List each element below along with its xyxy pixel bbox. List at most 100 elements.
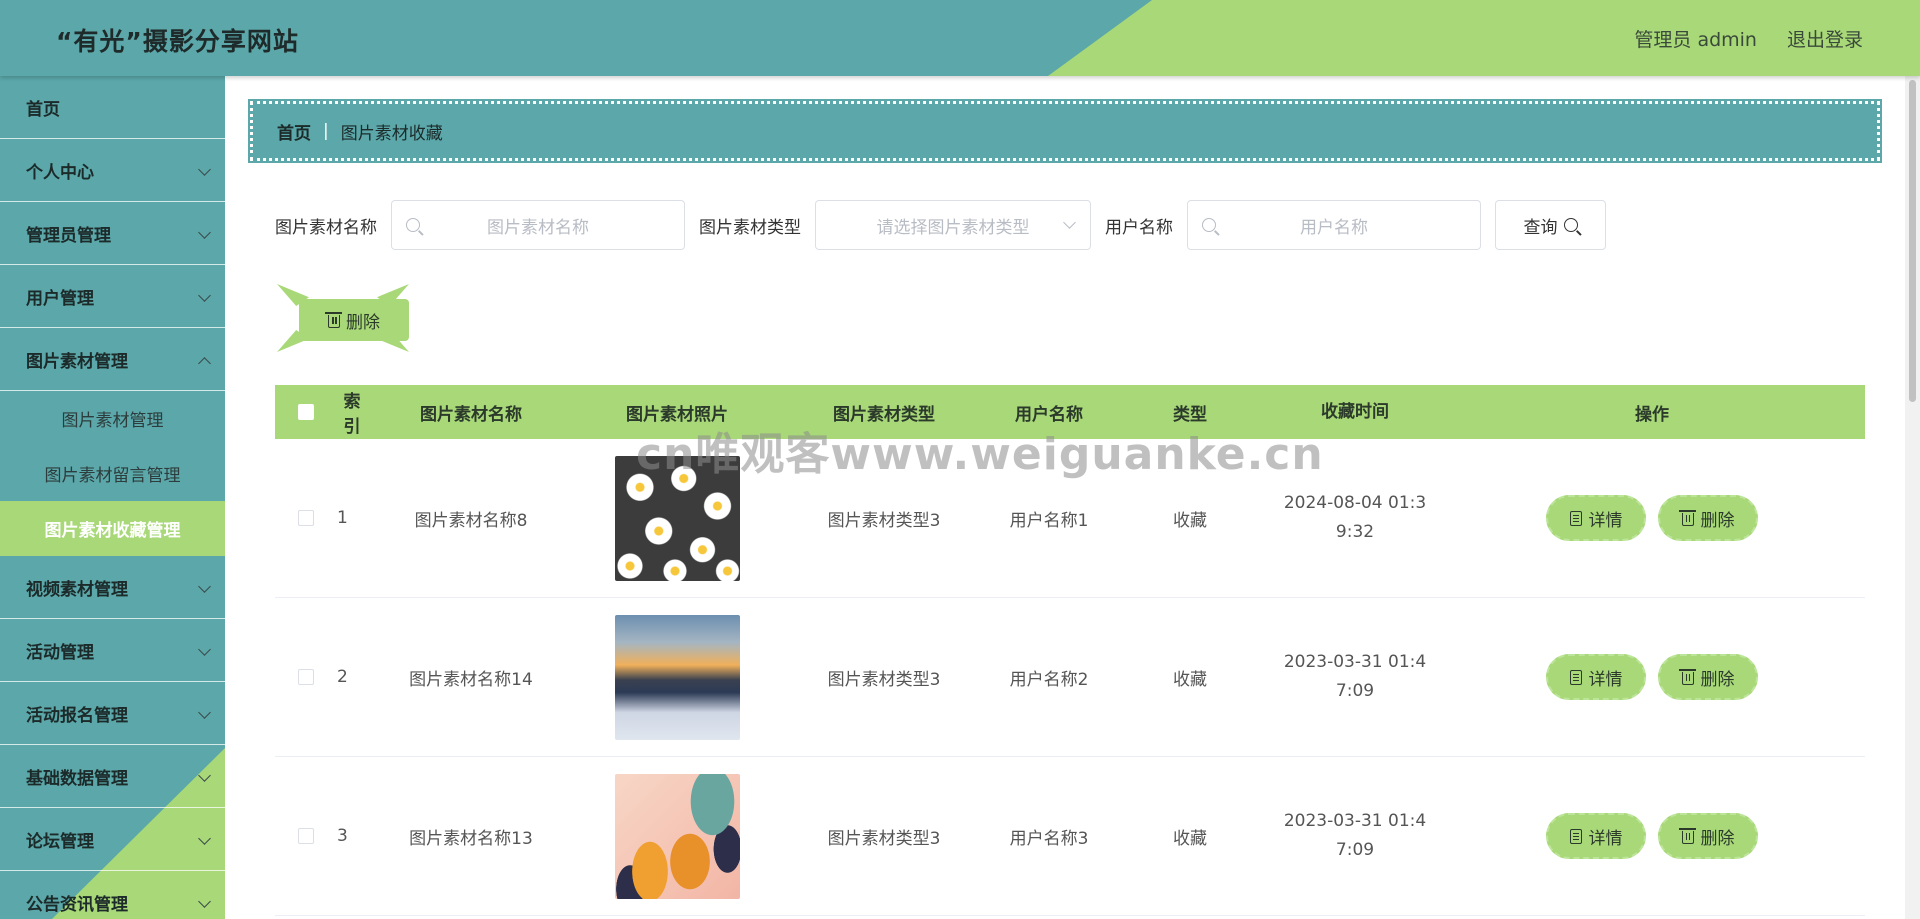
chevron-down-icon [198, 832, 211, 845]
image-type-select[interactable]: 请选择图片素材类型 [815, 200, 1091, 250]
row-image-type: 图片素材类型3 [827, 828, 941, 849]
detail-button[interactable]: 详情 [1546, 654, 1646, 700]
delete-button[interactable]: 删除 [1658, 495, 1758, 541]
floral-illustration-thumbnail[interactable] [614, 773, 740, 899]
search-icon [1563, 218, 1578, 232]
sidebar-item-admin-management[interactable]: 管理员管理 [0, 202, 225, 265]
detail-button-label: 详情 [1588, 669, 1623, 690]
chevron-down-icon [198, 580, 211, 593]
sidebar-subitem-label: 图片素材留言管理 [44, 466, 181, 486]
chevron-down-icon [198, 643, 211, 656]
scrollbar-thumb[interactable] [1909, 80, 1916, 402]
row-index: 1 [337, 508, 348, 528]
sidebar-item-activity-signup-management[interactable]: 活动报名管理 [0, 682, 225, 745]
column-header: 操作 [1635, 404, 1669, 425]
row-favorite-time: 2023-03-31 01:4 7:09 [1271, 648, 1439, 706]
sidebar-subitem-image-favorites[interactable]: 图片素材收藏管理 [0, 501, 225, 556]
detail-button[interactable]: 详情 [1546, 813, 1646, 859]
chevron-down-icon [198, 226, 211, 239]
chevron-down-icon [1063, 216, 1076, 229]
chevron-up-icon [198, 357, 211, 370]
breadcrumb-home[interactable]: 首页 [277, 119, 311, 144]
sidebar-subitem-image-comments[interactable]: 图片素材留言管理 [0, 446, 225, 501]
row-checkbox[interactable] [298, 828, 314, 844]
row-select-cell [275, 669, 337, 685]
search-filter-bar: 图片素材名称 图片素材名称 图片素材类型 请选择图片素材类型 用户名称 用户名称… [275, 200, 1606, 250]
chevron-down-icon [198, 289, 211, 302]
header-user-area: 管理员 admin 退出登录 [1634, 25, 1863, 52]
row-favorite-time: 2024-08-04 01:3 9:32 [1271, 489, 1439, 547]
row-image-name: 图片素材名称13 [409, 828, 533, 849]
user-name-search-input[interactable]: 用户名称 [1187, 200, 1481, 250]
trash-icon [1678, 510, 1696, 526]
sidebar-item-label: 首页 [26, 99, 60, 120]
row-checkbox[interactable] [298, 510, 314, 526]
favorite-time-line: 7:09 [1335, 681, 1375, 701]
sidebar-item-activity-management[interactable]: 活动管理 [0, 619, 225, 682]
table-row: 3 图片素材名称13 图片素材类型3 用户名称3 收藏 2023-03-31 0… [275, 757, 1865, 916]
sidebar-item-image-material-management[interactable]: 图片素材管理 [0, 328, 225, 391]
breadcrumb: 首页 | 图片素材收藏 [248, 99, 1882, 163]
column-header: 类型 [1173, 404, 1207, 425]
delete-button[interactable]: 删除 [1658, 813, 1758, 859]
favorite-time-line: 7:09 [1335, 840, 1375, 860]
favorite-time-line: 2024-08-04 01:3 [1283, 493, 1427, 513]
row-type: 收藏 [1173, 510, 1207, 531]
row-image-name: 图片素材名称8 [414, 510, 528, 531]
batch-delete-button-wrapper: 删除 [277, 284, 409, 352]
breadcrumb-separator: | [323, 121, 329, 141]
sidebar-item-base-data-management[interactable]: 基础数据管理 [0, 745, 225, 808]
sidebar-item-user-management[interactable]: 用户管理 [0, 265, 225, 328]
sidebar-item-video-material-management[interactable]: 视频素材管理 [0, 556, 225, 619]
table-header: 索引 图片素材名称 图片素材照片 图片素材类型 用户名称 类型 收藏时间 操作 [275, 385, 1865, 439]
favorite-time-line: 9:32 [1335, 522, 1375, 542]
sidebar-subitem-label: 图片素材管理 [61, 411, 164, 431]
image-name-placeholder: 图片素材名称 [487, 217, 589, 238]
detail-button[interactable]: 详情 [1546, 495, 1646, 541]
sunset-photo-thumbnail[interactable] [614, 614, 740, 740]
document-icon [1569, 669, 1582, 685]
sidebar-item-news-management[interactable]: 公告资讯管理 [0, 871, 225, 919]
row-photo-cell [575, 773, 779, 899]
image-name-search-input[interactable]: 图片素材名称 [391, 200, 685, 250]
row-checkbox[interactable] [298, 669, 314, 685]
favorite-time-line: 2023-03-31 01:4 [1283, 811, 1427, 831]
logout-link[interactable]: 退出登录 [1787, 25, 1863, 52]
document-icon [1569, 828, 1582, 844]
sidebar-item-label: 视频素材管理 [26, 579, 128, 600]
daisy-photo-thumbnail[interactable] [614, 455, 740, 581]
admin-user-label[interactable]: 管理员 admin [1634, 25, 1757, 52]
document-icon [1569, 510, 1582, 526]
search-icon [406, 218, 420, 232]
delete-button-label: 删除 [1700, 510, 1735, 531]
image-name-filter-label: 图片素材名称 [275, 217, 377, 238]
row-image-type: 图片素材类型3 [827, 669, 941, 690]
sidebar-item-personal-center[interactable]: 个人中心 [0, 139, 225, 202]
detail-button-label: 详情 [1588, 828, 1623, 849]
row-index: 2 [337, 667, 348, 687]
trash-icon [1678, 669, 1696, 685]
vertical-scrollbar[interactable] [1905, 76, 1920, 919]
favorite-time-line: 2023-03-31 01:4 [1283, 652, 1427, 672]
batch-delete-button[interactable]: 删除 [299, 299, 409, 341]
row-actions: 详情 删除 [1439, 495, 1865, 541]
row-select-cell [275, 510, 337, 526]
select-all-checkbox[interactable] [298, 404, 314, 420]
sidebar-subitem-image-material[interactable]: 图片素材管理 [0, 391, 225, 446]
sidebar-item-forum-management[interactable]: 论坛管理 [0, 808, 225, 871]
user-name-filter-label: 用户名称 [1105, 217, 1173, 238]
row-actions: 详情 删除 [1439, 654, 1865, 700]
select-all-cell [275, 404, 337, 420]
row-user-name: 用户名称1 [1009, 510, 1089, 531]
sidebar-item-home[interactable]: 首页 [0, 76, 225, 139]
row-image-type: 图片素材类型3 [827, 510, 941, 531]
row-favorite-time: 2023-03-31 01:4 7:09 [1271, 807, 1439, 865]
query-button-label: 查询 [1523, 217, 1558, 238]
row-user-name: 用户名称2 [1009, 669, 1089, 690]
delete-button[interactable]: 删除 [1658, 654, 1758, 700]
query-button[interactable]: 查询 [1495, 200, 1606, 250]
row-image-name: 图片素材名称14 [409, 669, 533, 690]
row-index: 3 [337, 826, 348, 846]
sidebar-item-label: 公告资讯管理 [26, 894, 128, 915]
top-header: “有光”摄影分享网站 管理员 admin 退出登录 [0, 0, 1920, 76]
